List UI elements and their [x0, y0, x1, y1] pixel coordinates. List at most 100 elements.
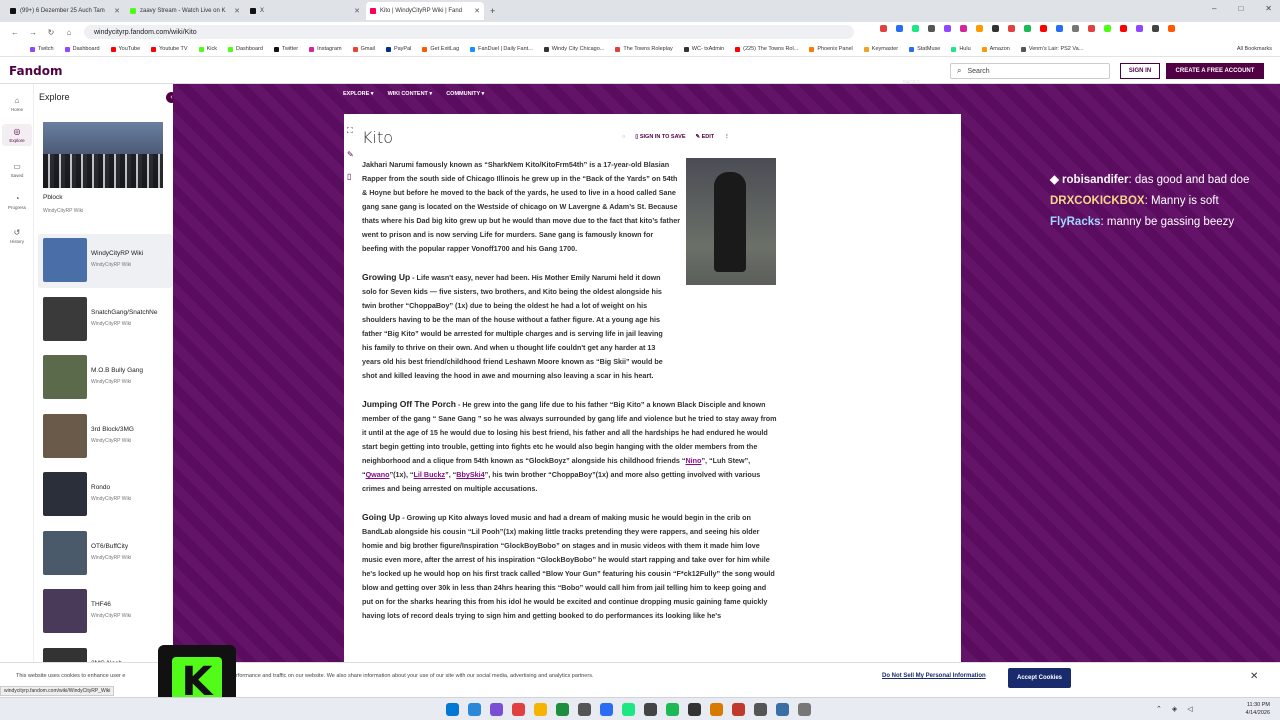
- browser-tab[interactable]: zaavy Stream - Watch Live on K ✕: [126, 2, 244, 20]
- bookmark-item[interactable]: StatMuse: [909, 46, 940, 52]
- extension-icon[interactable]: [1104, 25, 1111, 32]
- browser-tab-active[interactable]: Kito | WindyCityRP Wiki | Fand ✕: [366, 2, 484, 20]
- extension-icon[interactable]: [1152, 25, 1159, 32]
- close-window-button[interactable]: ✕: [1265, 4, 1272, 13]
- bookmark-item[interactable]: The Towns Roleplay: [615, 46, 673, 52]
- new-tab-button[interactable]: +: [490, 6, 495, 16]
- tab-close-icon[interactable]: ✕: [234, 7, 240, 15]
- extension-icon[interactable]: [928, 25, 935, 32]
- bookmark-item[interactable]: (225) The Towns Rol...: [735, 46, 798, 52]
- wiki-list-item[interactable]: Rondo WindyCityRP Wiki: [38, 468, 173, 522]
- bookmark-item[interactable]: Twitch: [30, 46, 54, 52]
- all-bookmarks-button[interactable]: All Bookmarks: [1237, 46, 1272, 52]
- accept-cookies-button[interactable]: Accept Cookies: [1008, 668, 1071, 688]
- home-icon[interactable]: ⌂: [60, 28, 78, 37]
- taskbar-app-icon[interactable]: [446, 703, 459, 716]
- minimize-button[interactable]: –: [1212, 4, 1216, 13]
- extension-icon[interactable]: [912, 25, 919, 32]
- bookmark-item[interactable]: Dashboard: [64, 46, 100, 52]
- bookmark-item[interactable]: PayPal: [385, 46, 411, 52]
- bookmark-item[interactable]: Dashboard: [227, 46, 263, 52]
- reload-icon[interactable]: ↻: [42, 28, 60, 37]
- bookmark-item[interactable]: Youtube TV: [151, 46, 188, 52]
- forward-arrow-icon[interactable]: →: [24, 28, 42, 37]
- extension-icon[interactable]: [1024, 25, 1031, 32]
- bookmark-item[interactable]: Windy City Chicago...: [543, 46, 604, 52]
- tab-close-icon[interactable]: ✕: [114, 7, 120, 15]
- taskbar-app-icon[interactable]: [534, 703, 547, 716]
- url-field[interactable]: windycityrp.fandom.com/wiki/Kito: [84, 25, 854, 39]
- tab-close-icon[interactable]: ✕: [474, 7, 480, 15]
- extension-icon[interactable]: [1088, 25, 1095, 32]
- link-nino[interactable]: Nino: [685, 456, 701, 465]
- bookmark-item[interactable]: Get ExitLag: [422, 46, 459, 52]
- comment-icon[interactable]: ◌: [622, 134, 625, 140]
- bookmark-icon[interactable]: ▯: [347, 172, 351, 181]
- nav-wiki-content[interactable]: WIKI CONTENT ▾: [388, 91, 433, 97]
- taskbar-app-icon[interactable]: [578, 703, 591, 716]
- do-not-sell-link[interactable]: Do Not Sell My Personal Information: [882, 673, 986, 679]
- featured-name[interactable]: Pblock: [43, 194, 63, 201]
- extension-icon[interactable]: [1040, 25, 1047, 32]
- more-icon[interactable]: ⋮: [724, 134, 730, 140]
- sign-in-to-save-button[interactable]: ▯ SIGN IN TO SAVE: [635, 134, 685, 140]
- featured-image[interactable]: [43, 122, 163, 188]
- expand-icon[interactable]: ⛶: [347, 126, 353, 136]
- rail-progress[interactable]: ◔ Progress: [2, 194, 32, 210]
- maximize-button[interactable]: □: [1238, 4, 1243, 13]
- bookmark-item[interactable]: Amazon: [981, 46, 1010, 52]
- taskbar-app-icon[interactable]: [666, 703, 679, 716]
- create-account-button[interactable]: CREATE A FREE ACCOUNT: [1166, 63, 1264, 79]
- bookmark-item[interactable]: Twitter: [273, 46, 298, 52]
- browser-tab[interactable]: X ✕: [246, 2, 364, 20]
- extension-icon[interactable]: [1168, 25, 1175, 32]
- taskbar-app-icon[interactable]: [688, 703, 701, 716]
- rail-saved[interactable]: ▭ Saved: [2, 162, 32, 178]
- wiki-list-item[interactable]: SnatchGang/SnatchNe WindyCityRP Wiki: [38, 293, 173, 347]
- extension-icon[interactable]: [880, 25, 887, 32]
- taskbar-app-icon[interactable]: [776, 703, 789, 716]
- wiki-list-item[interactable]: THF46 WindyCityRP Wiki: [38, 585, 173, 639]
- taskbar-app-icon[interactable]: [754, 703, 767, 716]
- extension-icon[interactable]: [992, 25, 999, 32]
- extension-icon[interactable]: [896, 25, 903, 32]
- bookmark-item[interactable]: Kick: [198, 46, 217, 52]
- chevron-up-icon[interactable]: ⌃: [1156, 705, 1162, 713]
- taskbar-app-icon[interactable]: [600, 703, 613, 716]
- rail-history[interactable]: ↺ History: [2, 228, 32, 244]
- close-icon[interactable]: ✕: [1250, 671, 1258, 682]
- fandom-logo[interactable]: Fandom: [9, 64, 62, 78]
- rail-home[interactable]: ⌂ Home: [2, 96, 32, 112]
- back-arrow-icon[interactable]: ←: [6, 28, 24, 37]
- bookmark-item[interactable]: Instagram: [309, 46, 342, 52]
- nav-explore[interactable]: EXPLORE ▾: [343, 91, 374, 97]
- extension-icon[interactable]: [944, 25, 951, 32]
- wiki-list-item[interactable]: 3rd Block/3MG WindyCityRP Wiki: [38, 410, 173, 464]
- taskbar-app-icon[interactable]: [468, 703, 481, 716]
- wiki-list-item[interactable]: 3MG Nash: [38, 644, 173, 662]
- bookmark-item[interactable]: Keymaster: [863, 46, 898, 52]
- taskbar-app-icon[interactable]: [622, 703, 635, 716]
- wiki-list-item[interactable]: WindyCityRP Wiki WindyCityRP Wiki: [38, 234, 173, 288]
- extension-icon[interactable]: [976, 25, 983, 32]
- taskbar-app-icon[interactable]: [512, 703, 525, 716]
- bookmark-item[interactable]: Gmail: [352, 46, 375, 52]
- link-qwano[interactable]: Qwano: [366, 470, 390, 479]
- rail-explore[interactable]: ◎ Explore: [2, 124, 32, 146]
- link-bbyski4[interactable]: BbySki4: [456, 470, 484, 479]
- bookmark-item[interactable]: WC- txAdmin: [683, 46, 724, 52]
- extension-icon[interactable]: [1008, 25, 1015, 32]
- taskbar-app-icon[interactable]: [490, 703, 503, 716]
- wiki-list-item[interactable]: OT6/BuffCity WindyCityRP Wiki: [38, 527, 173, 581]
- search-input[interactable]: ⌕ Search: [950, 63, 1110, 79]
- bookmark-item[interactable]: YouTube: [110, 46, 140, 52]
- bookmark-item[interactable]: Venm's Lair: PS2 Va...: [1020, 46, 1083, 52]
- volume-icon[interactable]: ◁: [1187, 705, 1192, 713]
- extension-icon[interactable]: [960, 25, 967, 32]
- taskbar-app-icon[interactable]: [732, 703, 745, 716]
- link-lil-buckz[interactable]: Lil Buckz: [414, 470, 446, 479]
- clock[interactable]: 11:30 PM 4/14/2026: [1246, 701, 1270, 717]
- sign-in-button[interactable]: SIGN IN: [1120, 63, 1160, 79]
- bookmark-item[interactable]: Phoenix Panel: [809, 46, 853, 52]
- nav-community[interactable]: COMMUNITY ▾: [446, 91, 484, 97]
